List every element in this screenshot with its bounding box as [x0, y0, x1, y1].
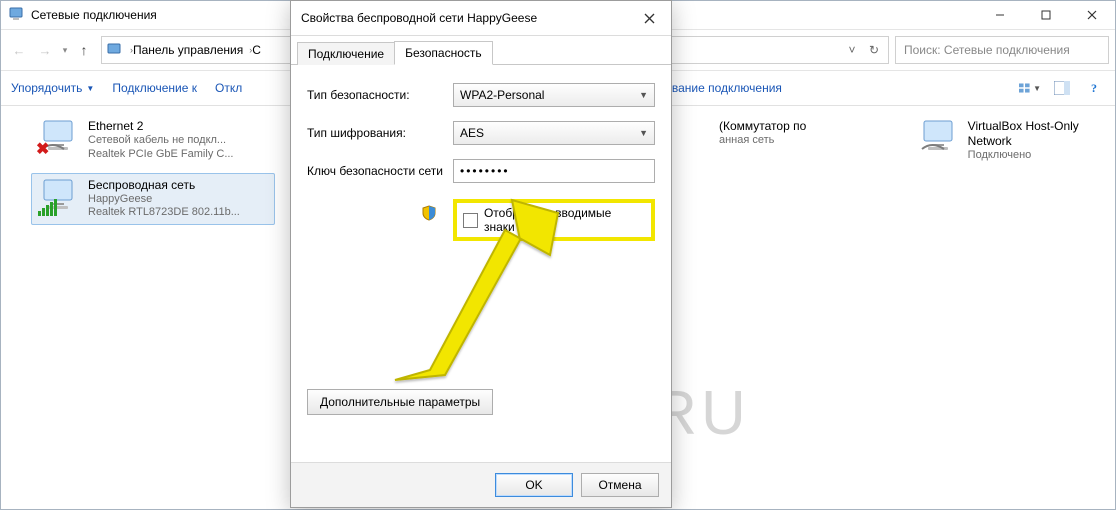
label-encryption-type: Тип шифрования: — [307, 126, 443, 140]
security-type-value: WPA2-Personal — [460, 88, 544, 102]
folder-icon — [106, 41, 124, 59]
wireless-properties-dialog: Свойства беспроводной сети HappyGeese По… — [290, 0, 672, 508]
disable-device-button[interactable]: Откл — [215, 81, 242, 95]
adapter-status: анная сеть — [719, 134, 806, 148]
minimize-button[interactable] — [977, 1, 1023, 29]
dialog-title: Свойства беспроводной сети HappyGeese — [301, 11, 537, 25]
advanced-settings-button[interactable]: Дополнительные параметры — [307, 389, 493, 415]
label-security-type: Тип безопасности: — [307, 88, 443, 102]
adapter-status: Подключено — [968, 149, 1102, 163]
dialog-close-button[interactable] — [631, 7, 667, 29]
encryption-type-value: AES — [460, 126, 484, 140]
adapter-device: Realtek RTL8723DE 802.11b... — [88, 206, 240, 220]
adapter-device — [719, 148, 806, 162]
network-key-value: •••••••• — [460, 164, 510, 178]
show-characters-label: Отображать вводимые знаки — [484, 206, 645, 234]
addr-dropdown-button[interactable]: ˅ — [842, 43, 862, 57]
nav-forward-button[interactable]: → — [33, 38, 57, 62]
close-button[interactable] — [1069, 1, 1115, 29]
nav-back-button[interactable]: ← — [7, 38, 31, 62]
cancel-button[interactable]: Отмена — [581, 473, 659, 497]
dialog-buttons: OK Отмена — [291, 462, 671, 507]
organize-menu[interactable]: Упорядочить▼ — [11, 81, 94, 95]
adapter-item[interactable]: (Коммутатор по анная сеть — [712, 114, 871, 167]
adapter-name: (Коммутатор по — [719, 119, 806, 134]
chevron-down-icon: ▼ — [639, 90, 648, 100]
help-button[interactable]: ? — [1083, 77, 1105, 99]
show-characters-checkbox[interactable] — [463, 213, 478, 228]
wifi-icon — [38, 178, 80, 216]
adapter-status: HappyGeese — [88, 193, 240, 207]
dialog-titlebar: Свойства беспроводной сети HappyGeese — [291, 1, 671, 36]
adapter-status: Сетевой кабель не подкл... — [88, 134, 234, 148]
breadcrumb-item[interactable]: Панель управления — [133, 43, 243, 57]
ok-button[interactable]: OK — [495, 473, 573, 497]
adapter-name: Ethernet 2 — [88, 119, 234, 134]
label-network-key: Ключ безопасности сети — [307, 164, 443, 178]
app-icon — [9, 6, 25, 25]
tab-strip: Подключение Безопасность — [291, 36, 671, 65]
nav-up-button[interactable]: ↑ — [73, 39, 95, 61]
shield-icon — [421, 205, 437, 225]
security-type-dropdown[interactable]: WPA2-Personal ▼ — [453, 83, 655, 107]
nav-history-dropdown[interactable]: ▾ — [59, 45, 71, 56]
disconnected-icon: ✖ — [36, 139, 49, 159]
window-title: Сетевые подключения — [31, 8, 157, 22]
chevron-down-icon: ▼ — [639, 128, 648, 138]
tab-connection[interactable]: Подключение — [297, 42, 395, 65]
view-options-button[interactable]: ▼ — [1019, 77, 1041, 99]
maximize-button[interactable] — [1023, 1, 1069, 29]
adapter-item[interactable]: ✖ Ethernet 2 Сетевой кабель не подкл... … — [31, 114, 275, 167]
encryption-type-dropdown[interactable]: AES ▼ — [453, 121, 655, 145]
adapter-name: Беспроводная сеть — [88, 178, 240, 193]
search-input[interactable] — [902, 42, 1102, 58]
signal-bars-icon — [38, 199, 57, 216]
adapter-device: Realtek PCIe GbE Family C... — [88, 148, 234, 162]
breadcrumb-item[interactable]: С — [252, 43, 261, 57]
refresh-button[interactable]: ↻ — [864, 43, 884, 57]
adapter-item[interactable]: VirtualBox Host-Only Network Подключено — [911, 114, 1109, 168]
virtualbox-adapter-icon — [918, 119, 960, 157]
tab-security[interactable]: Безопасность — [394, 41, 493, 65]
preview-pane-button[interactable] — [1051, 77, 1073, 99]
show-characters-option[interactable]: Отображать вводимые знаки — [453, 199, 655, 241]
search-box[interactable] — [895, 36, 1109, 64]
adapter-name: VirtualBox Host-Only Network — [968, 119, 1102, 149]
dialog-body: Тип безопасности: WPA2-Personal ▼ Тип ши… — [291, 65, 671, 462]
connect-to-button[interactable]: Подключение к — [112, 81, 197, 95]
adapter-item[interactable]: Беспроводная сеть HappyGeese Realtek RTL… — [31, 173, 275, 226]
network-key-input[interactable]: •••••••• — [453, 159, 655, 183]
ethernet-icon: ✖ — [38, 119, 80, 157]
